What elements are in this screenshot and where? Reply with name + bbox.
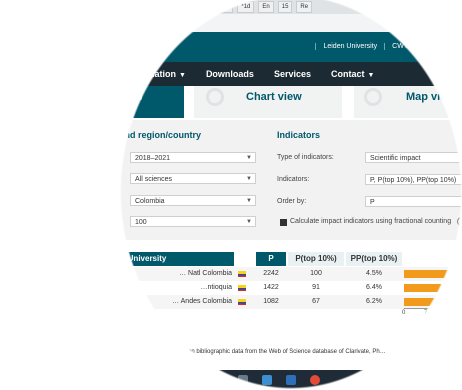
browser-tab[interactable]: Re [296, 1, 313, 13]
type-select[interactable]: Scientific impact [365, 152, 462, 163]
period-select[interactable]: 2018–2021 ▼ [130, 152, 256, 163]
chevron-down-icon: ▼ [246, 198, 252, 204]
bar-axis-line [404, 308, 462, 309]
app-icon[interactable] [262, 375, 272, 385]
caret-down-icon: ▼ [367, 72, 375, 79]
browser-tabstrip: Pro En 15 *1d En 15 Re [0, 0, 462, 14]
table-row[interactable]: … Andes Colombia 1082 67 6.2% [0, 295, 462, 309]
axis-tick-label: 0 [402, 310, 406, 316]
header-link-cwts-bv[interactable]: CWTS B [419, 43, 462, 50]
chevron-down-icon: ▼ [246, 176, 252, 182]
browser-tab[interactable]: Pro [178, 1, 196, 13]
nav-item-information[interactable]: Information ▼ [117, 62, 196, 86]
site-header: …king Leiden University CWTS CWTS B [0, 32, 462, 62]
browser-tab[interactable]: En [199, 1, 215, 13]
view-tabs: …ist view Chart view Map view [0, 86, 462, 120]
nav-item-ranking[interactable]: …ing [0, 62, 117, 86]
globe-icon [364, 88, 382, 106]
indicators-label: Indicators: [277, 176, 310, 183]
nav-item-contact[interactable]: Contact ▼ [321, 62, 384, 86]
tab-chart-view[interactable]: Chart view [194, 86, 342, 118]
windows-icon[interactable] [190, 375, 200, 385]
browser-tab[interactable]: En [258, 1, 274, 13]
info-icon[interactable] [457, 217, 462, 226]
p-value: 1422 [263, 284, 279, 291]
search-icon[interactable] [214, 375, 224, 385]
ptop-value: 100 [310, 270, 322, 277]
p-bar [404, 284, 461, 292]
task-view-icon[interactable] [238, 375, 248, 385]
field-select[interactable]: All sciences ▼ [130, 173, 256, 184]
colombia-flag-icon [238, 271, 246, 277]
header-link-cwts[interactable]: CWTS [384, 43, 420, 50]
order-select[interactable]: P [365, 196, 462, 207]
country-select[interactable]: Colombia ▼ [130, 195, 256, 206]
pptop-value: 6.2% [366, 298, 382, 305]
pptop-value: 4.5% [366, 270, 382, 277]
chevron-down-icon: ▼ [246, 219, 252, 225]
ptop-value: 67 [312, 298, 320, 305]
tab-list-view[interactable]: …ist view [60, 86, 184, 118]
tab-map-view[interactable]: Map view [354, 86, 462, 118]
colombia-flag-icon [238, 285, 246, 291]
type-label: Type of indicators: [277, 154, 334, 161]
column-header-ptop[interactable]: P(top 10%) [288, 252, 344, 266]
p-bar [404, 298, 448, 306]
address-bar[interactable]: …3/list [0, 14, 462, 33]
chevron-down-icon: ▼ [246, 155, 252, 161]
footer-note: …nking is based on bibliographic data fr… [142, 349, 386, 355]
browser-tab[interactable]: 15 [277, 1, 293, 13]
table-row[interactable]: … Natl Colombia 2242 100 4.5% [0, 267, 462, 281]
period-label: …eriod: [60, 154, 85, 161]
column-header-university[interactable]: University [60, 252, 234, 266]
indicators-select[interactable]: P, P(top 10%), PP(top 10%) [365, 174, 462, 185]
filters-section-title: …eriod, field, and region/country [60, 130, 202, 140]
page: Pro En 15 *1d En 15 Re …3/list …king Lei… [0, 0, 462, 390]
university-name: … Natl Colombia [179, 270, 232, 277]
colombia-flag-icon [238, 299, 246, 305]
indicators-section-title: Indicators [277, 130, 321, 140]
caret-down-icon: ▼ [179, 72, 186, 79]
nav-item-services[interactable]: Services [264, 62, 321, 86]
fractional-counting-label: Calculate impact indicators using fracti… [290, 218, 452, 225]
chrome-icon[interactable] [310, 375, 320, 385]
p-bar [404, 270, 462, 278]
column-header-pptop[interactable]: PP(top 10%) [346, 252, 402, 266]
os-taskbar [0, 370, 462, 390]
nav-item-downloads[interactable]: Downloads [196, 62, 264, 86]
filter-panel: …eriod, field, and region/country …eriod… [0, 120, 462, 240]
p-value: 2242 [263, 270, 279, 277]
main-nav: …ing Information ▼ Downloads Services Con… [0, 62, 462, 86]
university-name: …ntioquia [200, 284, 232, 291]
pptop-value: 6.4% [366, 284, 382, 291]
output-label: …ublication output: [60, 218, 120, 225]
header-link-leiden[interactable]: Leiden University [315, 43, 384, 50]
header-links: Leiden University CWTS CWTS B [315, 43, 462, 50]
column-header-p[interactable]: P [256, 252, 286, 266]
browser-tab[interactable]: 15 [218, 1, 234, 13]
output-select[interactable]: 100 ▼ [130, 216, 256, 227]
browser-tab[interactable]: *1d [237, 1, 255, 13]
axis-tick-label: 750 [424, 310, 435, 316]
address-bar-url: …3/list [142, 18, 164, 25]
country-label: …/country: [60, 197, 94, 204]
results-table-header: University P P(top 10%) PP(top 10%) [0, 252, 462, 266]
fractional-counting-checkbox[interactable] [280, 219, 287, 226]
site-logo[interactable]: …king [106, 41, 143, 55]
order-label: Order by: [277, 198, 307, 205]
p-value: 1082 [263, 298, 279, 305]
chart-icon [206, 88, 224, 106]
app-icon[interactable] [286, 375, 296, 385]
table-row[interactable]: …ntioquia 1422 91 6.4% [0, 281, 462, 295]
ptop-value: 91 [312, 284, 320, 291]
university-name: … Andes Colombia [172, 298, 232, 305]
